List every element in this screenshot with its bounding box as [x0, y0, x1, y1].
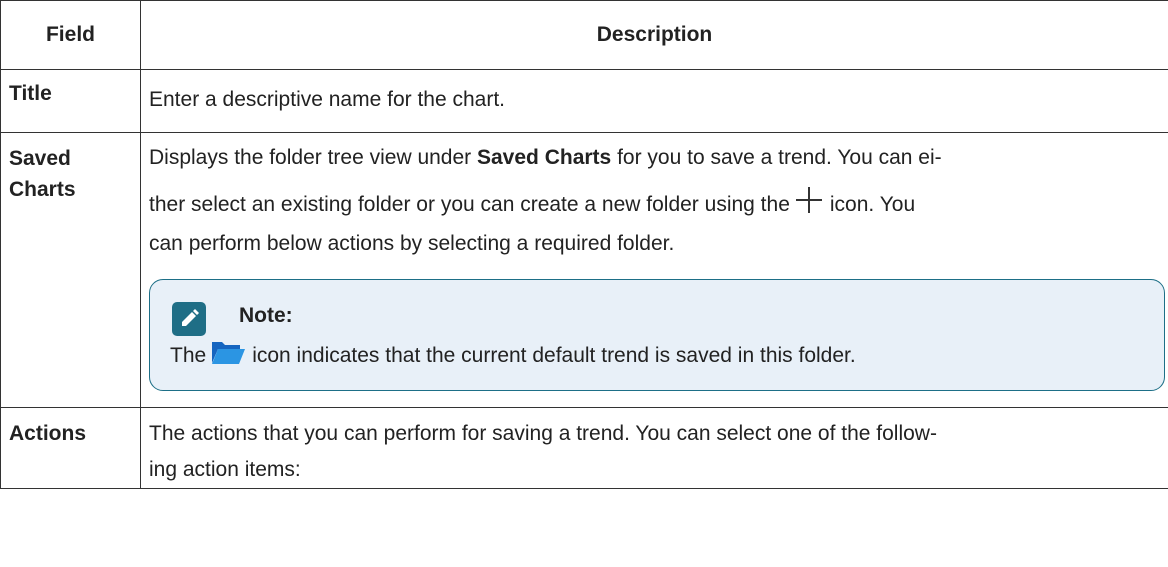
field-saved-line1: Saved — [9, 147, 71, 170]
plus-icon — [795, 185, 822, 215]
desc-saved-line1-post: for you to save a trend. You can ei- — [611, 146, 942, 169]
note-box: Note: The icon indicates that the current… — [149, 279, 1165, 391]
field-actions: Actions — [0, 407, 141, 489]
table-header-row: Field Description — [0, 0, 1168, 70]
desc-saved-line2-post: icon. You — [829, 193, 916, 216]
field-saved-line2: Charts — [9, 178, 76, 201]
folder-open-icon — [210, 339, 246, 365]
note-text-pre: The — [170, 344, 207, 367]
fields-table: Field Description Title Enter a descript… — [0, 0, 1168, 489]
table-row-actions: Actions The actions that you can perform… — [0, 407, 1168, 489]
header-description-label: Description — [596, 23, 713, 46]
note-label: Note: — [239, 304, 293, 327]
table-row-saved-charts: Saved Charts Displays the folder tree vi… — [0, 132, 1168, 408]
header-description: Description — [140, 0, 1168, 70]
field-saved-charts: Saved Charts — [0, 132, 141, 408]
header-field: Field — [0, 0, 141, 70]
desc-saved-line3: can perform below actions by selecting a… — [149, 232, 675, 255]
desc-actions-line2: ing action items: — [149, 458, 301, 481]
desc-actions-line1: The actions that you can perform for sav… — [149, 422, 937, 445]
table-row-title: Title Enter a descriptive name for the c… — [0, 69, 1168, 133]
desc-actions: The actions that you can perform for sav… — [140, 407, 1168, 489]
note-text-post: icon indicates that the current default … — [252, 344, 856, 367]
note-text: The icon indicates that the current defau… — [170, 338, 856, 374]
pencil-icon — [172, 302, 206, 336]
header-field-label: Field — [45, 23, 95, 46]
desc-saved-line1-pre: Displays the folder tree view under — [149, 146, 477, 169]
desc-saved-charts: Displays the folder tree view under Save… — [140, 132, 1168, 408]
saved-charts-bold: Saved Charts — [477, 146, 612, 169]
desc-saved-line2: ther select an existing folder or you ca… — [149, 183, 1158, 227]
desc-saved-line2-pre: ther select an existing folder or you ca… — [149, 193, 790, 216]
field-title: Title — [0, 69, 141, 133]
desc-title: Enter a descriptive name for the chart. — [140, 69, 1168, 133]
desc-saved-line1: Displays the folder tree view under Save… — [149, 139, 1158, 177]
